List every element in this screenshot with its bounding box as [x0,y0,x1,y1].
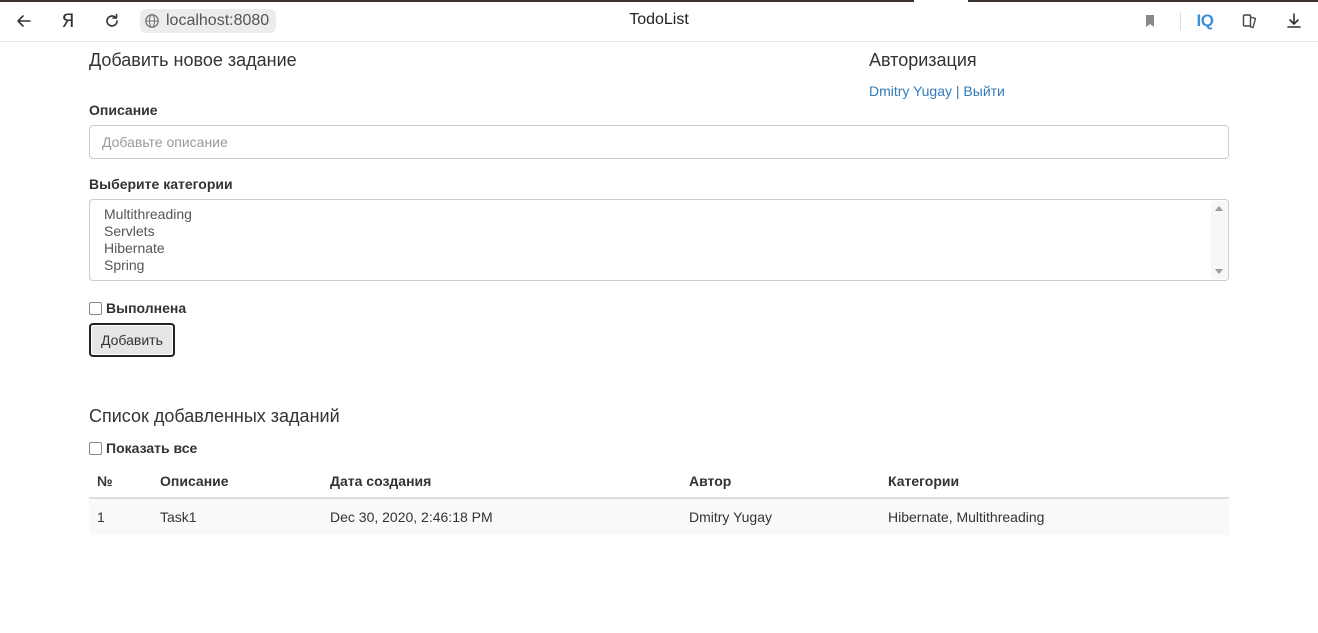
show-all-checkbox[interactable] [89,441,102,455]
task-table: № Описание Дата создания Автор Категории… [89,464,1229,535]
cell-number: 1 [89,497,152,535]
category-option[interactable]: Spring [104,257,1214,274]
task-list-heading: Список добавленных заданий [89,406,340,426]
done-label: Выполнена [106,300,187,316]
cell-author: Dmitry Yugay [681,497,880,535]
browser-page-title: TodoList [629,11,689,28]
categories-scrollbar[interactable] [1211,201,1227,279]
toolbar-separator [1180,12,1181,30]
bookmark-icon[interactable] [1138,9,1162,33]
category-option[interactable]: Multithreading [104,206,1214,223]
column-header-description: Описание [152,464,322,499]
description-input[interactable] [89,125,1229,159]
browser-toolbar: Я localhost:8080 TodoList IQ [0,0,1318,42]
cell-created: Dec 30, 2020, 2:46:18 PM [322,497,681,535]
browser-top-strip [0,0,1318,2]
iq-icon[interactable]: IQ [1193,9,1217,33]
table-header-row: № Описание Дата создания Автор Категории [89,464,1229,499]
cell-description: Task1 [152,497,322,535]
scroll-down-icon[interactable] [1215,269,1223,274]
categories-label: Выберите категории [89,176,233,192]
column-header-author: Автор [681,464,880,499]
collections-icon[interactable] [1238,9,1262,33]
auth-block: Авторизация Dmitry Yugay | Выйти [869,50,1005,99]
done-checkbox-row: Выполнена [89,300,186,316]
column-header-categories: Категории [880,464,1229,499]
category-option[interactable]: Hibernate [104,240,1214,257]
cell-categories: Hibernate, Multithreading [880,497,1229,535]
table-row: 1 Task1 Dec 30, 2020, 2:46:18 PM Dmitry … [89,497,1229,535]
auth-links: Dmitry Yugay | Выйти [869,83,1005,99]
add-task-button[interactable]: Добавить [89,323,175,357]
category-option[interactable]: Servlets [104,223,1214,240]
show-all-checkbox-row: Показать все [89,440,197,456]
description-label: Описание [89,102,158,118]
show-all-label: Показать все [106,440,198,456]
add-task-heading: Добавить новое задание [89,50,297,70]
download-icon[interactable] [1282,9,1306,33]
user-name-link[interactable]: Dmitry Yugay [869,83,952,99]
done-checkbox[interactable] [89,301,102,315]
auth-heading: Авторизация [869,50,977,70]
column-header-number: № [89,464,152,499]
categories-select[interactable]: Multithreading Servlets Hibernate Spring [89,199,1229,281]
logout-link[interactable]: Выйти [963,83,1004,99]
column-header-created: Дата создания [322,464,681,499]
auth-separator: | [952,83,964,99]
scroll-up-icon[interactable] [1215,206,1223,211]
